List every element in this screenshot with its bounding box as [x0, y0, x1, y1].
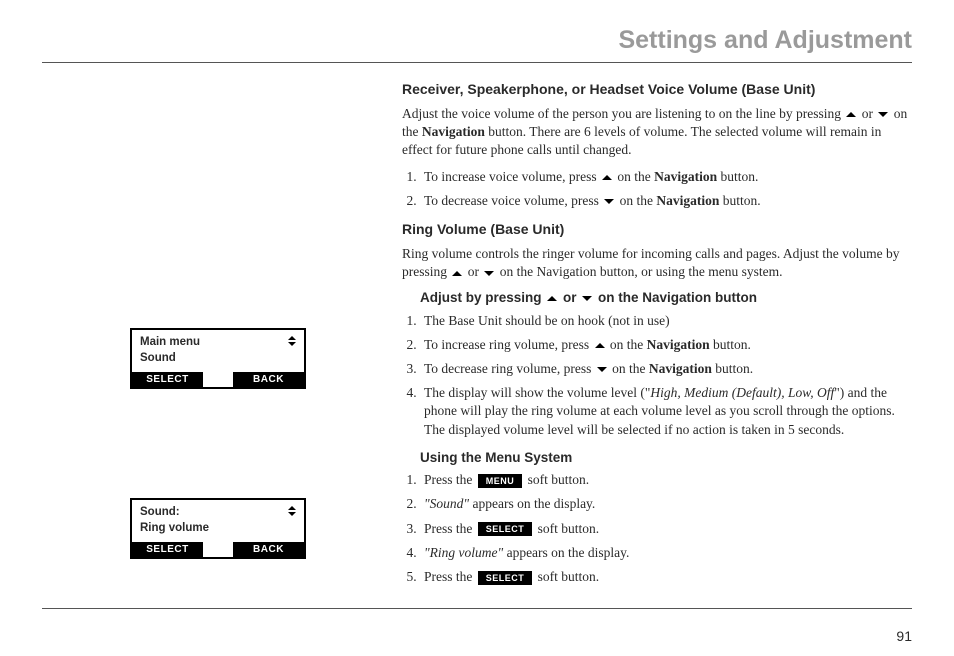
lcd-body: Main menu Sound	[132, 330, 304, 372]
lcd-screen-main-menu: Main menu Sound SELECT BACK	[130, 328, 306, 389]
lcd-screen-sound: Sound: Ring volume SELECT BACK	[130, 498, 306, 559]
lcd-footer: SELECT BACK	[132, 372, 304, 387]
lcd-footer: SELECT BACK	[132, 542, 304, 557]
section1-steps: To increase voice volume, press on the N…	[420, 168, 912, 210]
list-item: To decrease voice volume, press on the N…	[420, 192, 912, 210]
menu-steps: Press the MENU soft button. "Sound" appe…	[420, 471, 912, 586]
text: To increase voice volume, press	[424, 169, 600, 184]
lcd-gap	[203, 372, 233, 387]
text: appears on the display.	[469, 496, 595, 511]
text: or	[464, 264, 482, 279]
text: on the	[614, 169, 654, 184]
lcd-back-label: BACK	[233, 542, 304, 557]
list-item: Press the SELECT soft button.	[420, 568, 912, 586]
lcd-line2: Ring volume	[140, 522, 296, 534]
subhead-menu: Using the Menu System	[420, 449, 912, 467]
text: on the Navigation button, or using the m…	[496, 264, 782, 279]
lcd-gap	[203, 542, 233, 557]
text: on the	[616, 193, 656, 208]
down-icon	[484, 271, 494, 276]
text: Adjust the voice volume of the person yo…	[402, 106, 844, 121]
down-icon	[604, 199, 614, 204]
text: button.	[712, 361, 753, 376]
lcd-body: Sound: Ring volume	[132, 500, 304, 542]
list-item: To decrease ring volume, press on the Na…	[420, 360, 912, 378]
text: Adjust by pressing	[420, 290, 545, 305]
text: To decrease ring volume, press	[424, 361, 595, 376]
italic-text: "Ring volume"	[424, 545, 503, 560]
down-icon	[597, 367, 607, 372]
text: To decrease voice volume, press	[424, 193, 602, 208]
text: appears on the display.	[503, 545, 629, 560]
text: To increase ring volume, press	[424, 337, 593, 352]
text: on the	[609, 361, 649, 376]
rule-bottom	[42, 608, 912, 609]
text: soft button.	[534, 521, 599, 536]
italic-text: "Sound"	[424, 496, 469, 511]
text: The display will show the volume level (…	[424, 385, 650, 400]
nav-label: Navigation	[656, 193, 719, 208]
updown-icon	[288, 336, 296, 346]
text: Press the	[424, 521, 476, 536]
subhead-adjust: Adjust by pressing or on the Navigation …	[420, 289, 912, 307]
text: soft button.	[524, 472, 589, 487]
text: on the	[607, 337, 647, 352]
text: Press the	[424, 472, 476, 487]
nav-label: Navigation	[654, 169, 717, 184]
menu-softbutton: MENU	[478, 474, 523, 488]
section2-heading: Ring Volume (Base Unit)	[402, 220, 912, 239]
list-item: "Ring volume" appears on the display.	[420, 544, 912, 562]
list-item: Press the MENU soft button.	[420, 471, 912, 489]
nav-label: Navigation	[649, 361, 712, 376]
text: button.	[717, 169, 758, 184]
up-icon	[846, 112, 856, 117]
lcd-select-label: SELECT	[132, 542, 203, 557]
lcd-select-label: SELECT	[132, 372, 203, 387]
section1-intro: Adjust the voice volume of the person yo…	[402, 105, 912, 160]
nav-label: Navigation	[422, 124, 485, 139]
section1-heading: Receiver, Speakerphone, or Headset Voice…	[402, 80, 912, 99]
list-item: The display will show the volume level (…	[420, 384, 912, 439]
up-icon	[595, 343, 605, 348]
text: or	[559, 290, 580, 305]
list-item: The Base Unit should be on hook (not in …	[420, 312, 912, 330]
lcd-line2: Sound	[140, 352, 296, 364]
text: Press the	[424, 569, 476, 584]
up-icon	[602, 175, 612, 180]
up-icon	[547, 296, 557, 301]
section2-intro: Ring volume controls the ringer volume f…	[402, 245, 912, 281]
page-number: 91	[896, 628, 912, 644]
list-item: Press the SELECT soft button.	[420, 520, 912, 538]
text: button.	[710, 337, 751, 352]
italic-text: High, Medium (Default), Low, Off	[650, 385, 834, 400]
rule-top	[42, 62, 912, 63]
list-item: To increase ring volume, press on the Na…	[420, 336, 912, 354]
select-softbutton: SELECT	[478, 571, 533, 585]
text: or	[858, 106, 876, 121]
down-icon	[878, 112, 888, 117]
list-item: "Sound" appears on the display.	[420, 495, 912, 513]
select-softbutton: SELECT	[478, 522, 533, 536]
text: button.	[719, 193, 760, 208]
up-icon	[452, 271, 462, 276]
text: soft button.	[534, 569, 599, 584]
down-icon	[582, 296, 592, 301]
lcd-back-label: BACK	[233, 372, 304, 387]
text: on the Navigation button	[594, 290, 757, 305]
page-title: Settings and Adjustment	[618, 26, 912, 55]
lcd-line1: Sound:	[140, 506, 296, 518]
list-item: To increase voice volume, press on the N…	[420, 168, 912, 186]
updown-icon	[288, 506, 296, 516]
adjust-steps: The Base Unit should be on hook (not in …	[420, 312, 912, 439]
nav-label: Navigation	[647, 337, 710, 352]
body-content: Receiver, Speakerphone, or Headset Voice…	[402, 80, 912, 596]
lcd-line1: Main menu	[140, 336, 296, 348]
